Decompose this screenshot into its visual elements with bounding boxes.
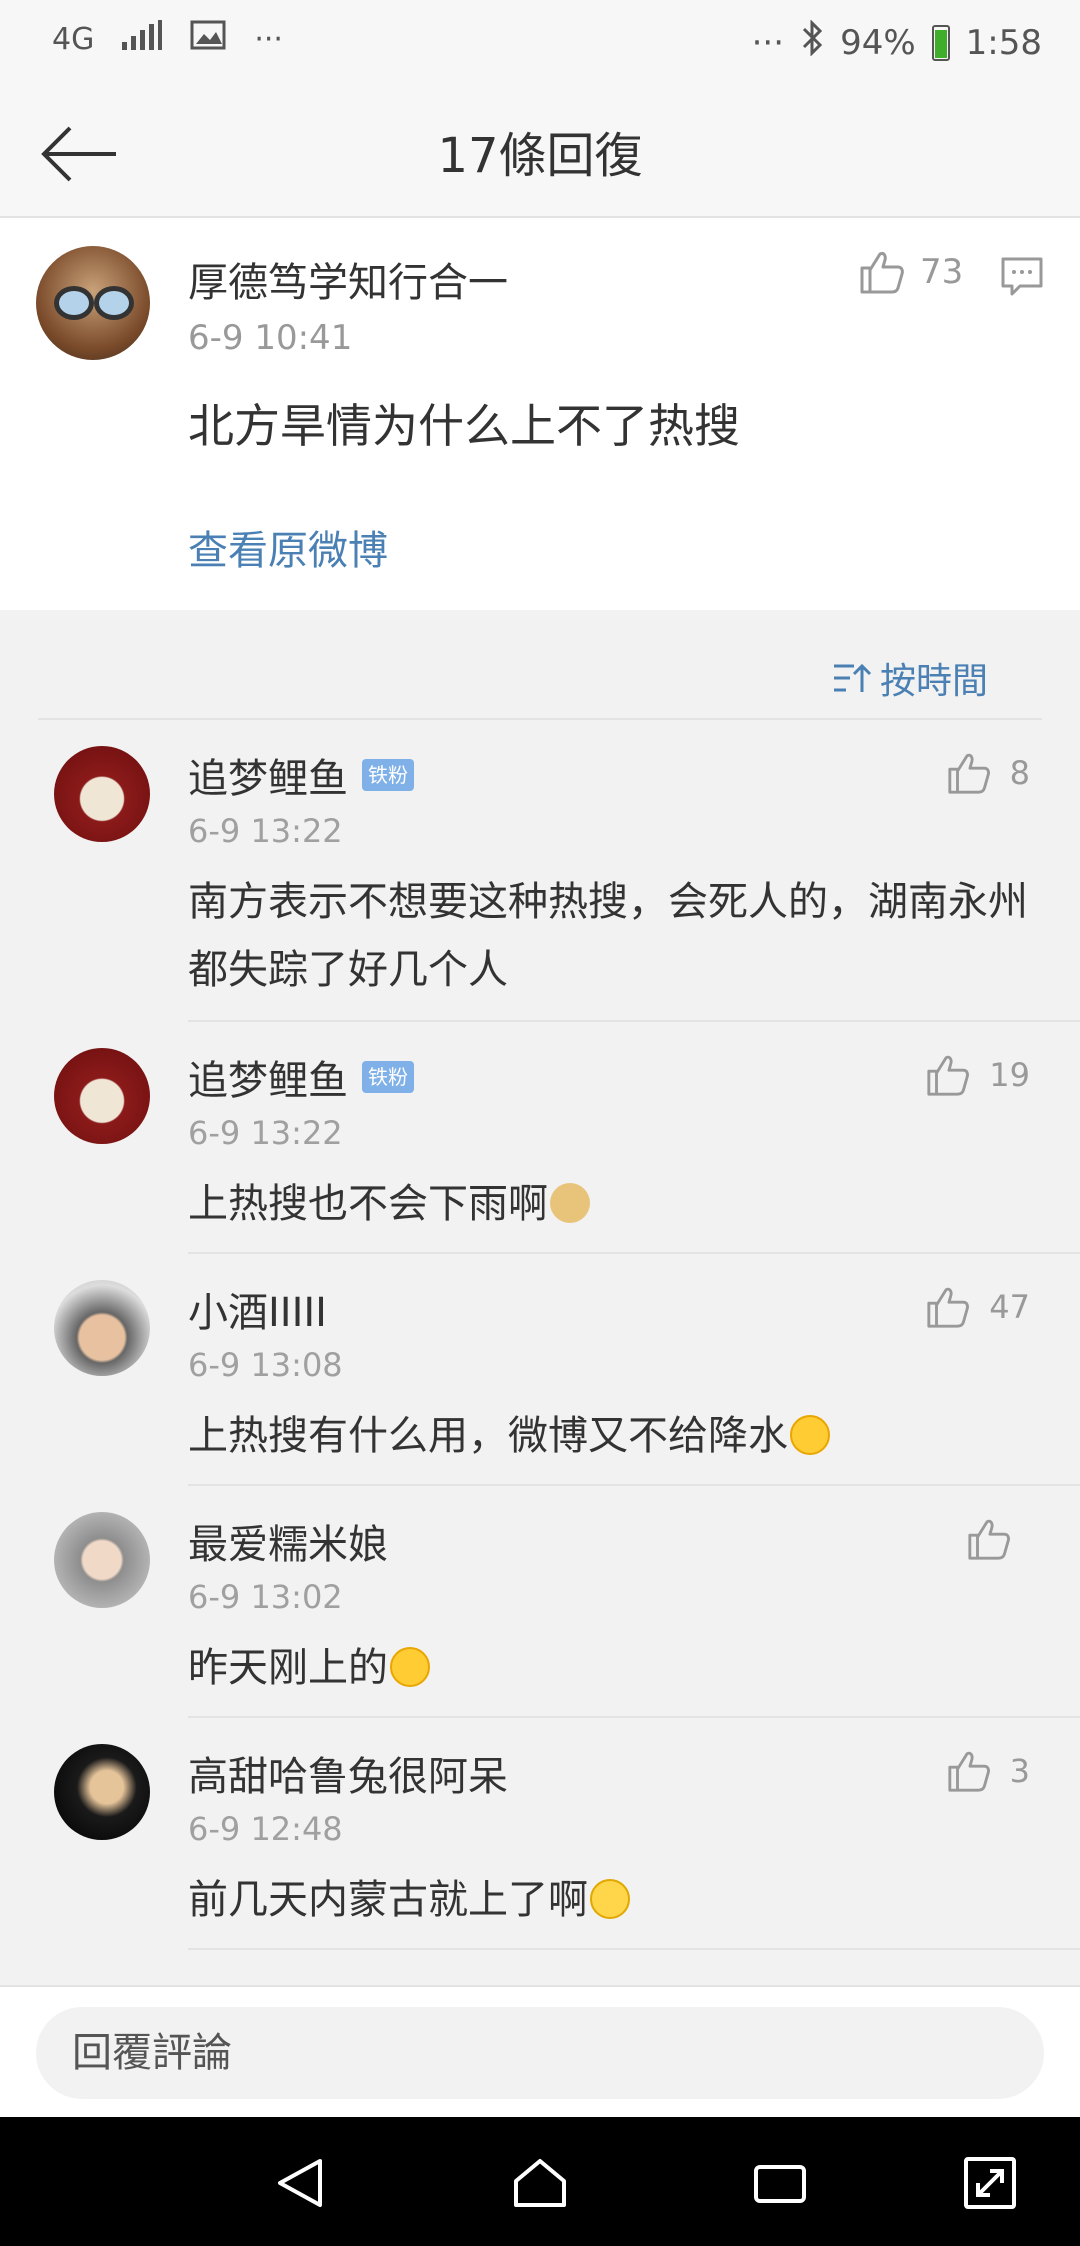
comment-button[interactable] bbox=[1000, 254, 1044, 298]
comment-time: 6-9 13:08 bbox=[188, 1346, 343, 1384]
avatar[interactable] bbox=[54, 1744, 150, 1840]
thumbs-up-icon bbox=[927, 1055, 970, 1096]
laugh-cry-emoji-icon bbox=[790, 1415, 830, 1455]
thumbs-up-icon bbox=[927, 1287, 970, 1328]
sort-label: 按時間 bbox=[879, 661, 988, 702]
thumbs-up-icon bbox=[948, 753, 990, 794]
comment-text: 上热搜也不会下雨啊 bbox=[188, 1181, 548, 1227]
like-button[interactable]: 73 bbox=[858, 248, 963, 296]
avatar[interactable] bbox=[54, 746, 150, 842]
bluetooth-icon bbox=[800, 19, 824, 65]
thumbs-up-icon bbox=[968, 1519, 1010, 1560]
comment-icon bbox=[1001, 257, 1043, 296]
screen-expand-button[interactable] bbox=[960, 2153, 1020, 2213]
author-name[interactable]: 高甜哈鲁兔很阿呆 bbox=[188, 1744, 508, 1802]
author-name[interactable]: 厚德笃学知行合一 bbox=[188, 250, 508, 308]
reply-item: 最爱糯米娘 6-9 13:02 昨天刚上的 bbox=[0, 1486, 1080, 1718]
comment-time: 6-9 12:48 bbox=[188, 1810, 343, 1848]
more-status-icon: ··· bbox=[751, 22, 785, 63]
comment-time: 6-9 10:41 bbox=[188, 318, 353, 358]
system-home-button[interactable] bbox=[510, 2153, 570, 2213]
author-name[interactable]: 追梦鲤鱼 bbox=[188, 1048, 348, 1106]
reply-item: 追梦鲤鱼 铁粉 6-9 13:22 上热搜也不会下雨啊 19 bbox=[0, 1022, 1080, 1254]
divider bbox=[188, 1948, 1080, 1950]
laugh-cry-emoji-icon bbox=[390, 1647, 430, 1687]
sort-row: 按時間 bbox=[0, 610, 1080, 720]
avatar[interactable] bbox=[36, 246, 150, 360]
doge-emoji-icon bbox=[550, 1183, 590, 1223]
reply-item: 追梦鲤鱼 铁粉 6-9 13:22 南方表示不想要这种热搜，会死人的，湖南永州都… bbox=[0, 720, 1080, 1022]
nav-bar: 17條回復 bbox=[0, 90, 1080, 218]
expand-icon bbox=[964, 2157, 1016, 2209]
sort-icon bbox=[833, 663, 872, 692]
recents-icon bbox=[754, 2165, 806, 2203]
view-original-link[interactable]: 查看原微博 bbox=[188, 518, 388, 576]
system-recents-button[interactable] bbox=[750, 2153, 810, 2213]
image-notification-icon bbox=[190, 20, 226, 58]
author-name[interactable]: 追梦鲤鱼 bbox=[188, 746, 348, 804]
page-title: 17條回復 bbox=[437, 128, 643, 184]
like-button[interactable] bbox=[966, 1516, 1030, 1562]
sort-by-time-button[interactable]: 按時間 bbox=[832, 652, 988, 704]
reply-item: 高甜哈鲁兔很阿呆 6-9 12:48 前几天内蒙古就上了啊 3 bbox=[0, 1718, 1080, 1950]
comment-text: 上热搜有什么用，微博又不给降水 bbox=[188, 1413, 788, 1459]
battery-percent: 94% bbox=[840, 22, 916, 63]
clock: 1:58 bbox=[965, 22, 1042, 63]
like-count: 3 bbox=[1009, 1752, 1030, 1790]
fan-badge: 铁粉 bbox=[362, 759, 414, 791]
author-name[interactable]: 最爱糯米娘 bbox=[188, 1512, 388, 1570]
reply-item: 小酒IIIII 6-9 13:08 上热搜有什么用，微博又不给降水 47 bbox=[0, 1254, 1080, 1486]
like-count: 19 bbox=[989, 1056, 1030, 1094]
like-button[interactable]: 47 bbox=[925, 1284, 1030, 1330]
like-button[interactable]: 19 bbox=[925, 1052, 1030, 1098]
comment-time: 6-9 13:22 bbox=[188, 812, 343, 850]
like-count: 8 bbox=[1009, 754, 1030, 792]
triangle-back-icon bbox=[278, 2159, 322, 2207]
avatar[interactable] bbox=[54, 1280, 150, 1376]
home-icon bbox=[514, 2159, 566, 2207]
system-back-button[interactable] bbox=[270, 2153, 330, 2213]
like-button[interactable]: 8 bbox=[946, 750, 1030, 796]
author-name[interactable]: 小酒IIIII bbox=[188, 1280, 327, 1338]
comment-time: 6-9 13:02 bbox=[188, 1578, 343, 1616]
like-count: 73 bbox=[920, 252, 964, 292]
thumbs-up-icon bbox=[860, 252, 904, 294]
signal-icon bbox=[122, 20, 163, 58]
comment-text: 北方旱情为什么上不了热搜 bbox=[188, 399, 740, 453]
like-button[interactable]: 3 bbox=[946, 1748, 1030, 1794]
fan-badge: 铁粉 bbox=[362, 1061, 414, 1093]
like-count: 47 bbox=[989, 1288, 1030, 1326]
comment-text: 昨天刚上的 bbox=[188, 1645, 388, 1691]
reply-bar bbox=[0, 1985, 1080, 2117]
comment-text: 南方表示不想要这种热搜，会死人的，湖南永州都失踪了好几个人 bbox=[188, 879, 1028, 993]
comment-time: 6-9 13:22 bbox=[188, 1114, 343, 1152]
more-notifications-icon: ··· bbox=[254, 21, 283, 57]
sweat-emoji-icon bbox=[590, 1879, 630, 1919]
avatar[interactable] bbox=[54, 1048, 150, 1144]
status-bar: 4G ··· ··· 94% 1:58 bbox=[0, 0, 1080, 90]
reply-input[interactable] bbox=[36, 2007, 1044, 2099]
original-comment: 厚德笃学知行合一 6-9 10:41 73 北方旱情为什么上不了热搜 查看原微博 bbox=[0, 218, 1080, 610]
thumbs-up-icon bbox=[948, 1751, 990, 1792]
system-nav-bar bbox=[0, 2117, 1080, 2246]
network-type: 4G bbox=[52, 21, 95, 57]
comment-text: 前几天内蒙古就上了啊 bbox=[188, 1877, 588, 1923]
battery-icon bbox=[931, 24, 950, 61]
avatar[interactable] bbox=[54, 1512, 150, 1608]
